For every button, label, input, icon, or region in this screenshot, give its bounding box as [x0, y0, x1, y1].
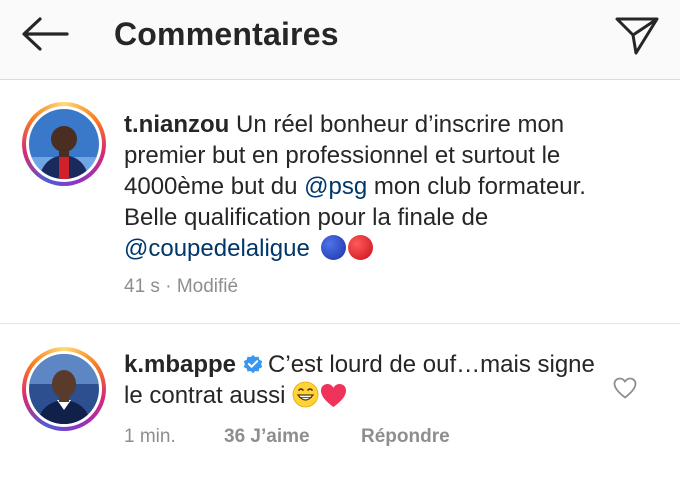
story-ring[interactable]: [22, 102, 106, 186]
caption-username[interactable]: t.nianzou: [124, 111, 229, 138]
comment-text: k.mbappe C’est lourd de ouf…mais signe l…: [124, 349, 600, 411]
avatar: [29, 109, 99, 179]
comment-meta: 1 min. 36 J’aime Répondre: [124, 426, 450, 448]
edited-label: Modifié: [176, 276, 239, 297]
grin-emoji: [292, 381, 319, 408]
arrow-left-icon: [22, 17, 69, 51]
verified-badge-icon: [243, 355, 263, 374]
reply-button[interactable]: Répondre: [361, 426, 450, 448]
page-title: Commentaires: [114, 16, 339, 52]
comment-item: k.mbappe C’est lourd de ouf…mais signe l…: [0, 325, 680, 483]
paper-plane-icon: [615, 17, 659, 55]
caption-meta: 41 s · Modifié: [124, 276, 238, 298]
avatar: [29, 354, 99, 424]
red-circle-emoji: [347, 235, 373, 260]
heart-emoji: [321, 384, 347, 407]
blue-circle-emoji: [320, 235, 346, 260]
mention-link[interactable]: @coupedelaligue: [124, 235, 310, 262]
like-button[interactable]: [610, 373, 640, 403]
separator: ·: [159, 276, 177, 297]
timestamp: 1 min.: [124, 426, 176, 447]
comment-username[interactable]: k.mbappe: [124, 351, 236, 378]
post-caption: t.nianzou Un réel bonheur d’inscrire mon…: [0, 80, 680, 324]
likes-count-link[interactable]: 36 J’aime: [224, 426, 361, 448]
mention-link[interactable]: @psg: [304, 173, 367, 200]
share-button[interactable]: [612, 10, 662, 60]
heart-outline-icon: [613, 377, 637, 399]
top-bar: Commentaires: [0, 0, 680, 80]
caption-text: t.nianzou Un réel bonheur d’inscrire mon…: [124, 109, 640, 264]
story-ring[interactable]: [22, 347, 106, 431]
back-button[interactable]: [18, 14, 72, 54]
timestamp: 41 s: [124, 276, 160, 297]
